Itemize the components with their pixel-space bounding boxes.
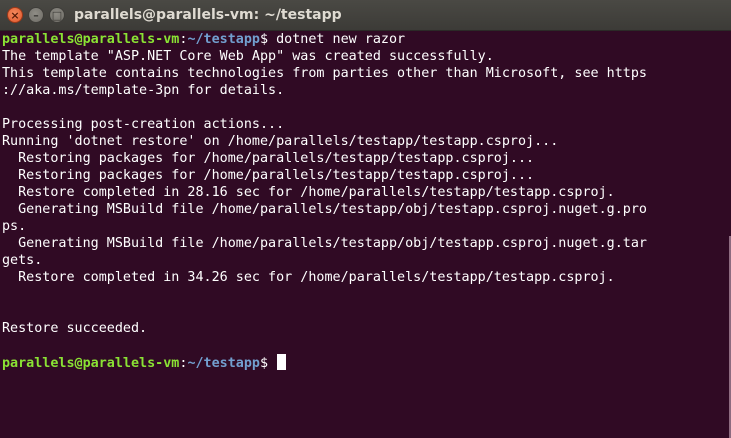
command-line: parallels@parallels-vm:~/testapp$ dotnet… [2,31,729,48]
prompt-user-host: parallels@parallels-vm [2,32,180,47]
close-button[interactable]: × [7,7,23,23]
prompt-symbol: $ [260,32,277,47]
maximize-button[interactable]: □ [49,7,65,23]
output-line: Generating MSBuild file /home/parallels/… [2,202,647,217]
output-line: ps. [2,219,27,234]
terminal-output[interactable]: parallels@parallels-vm:~/testapp$ dotnet… [2,31,729,371]
window-title: parallels@parallels-vm: ~/testapp [74,7,342,23]
output-line: Restoring packages for /home/parallels/t… [2,151,535,166]
minimize-icon: – [33,8,39,22]
prompt-user-host: parallels@parallels-vm [2,356,180,371]
output-line: Restoring packages for /home/parallels/t… [2,168,535,183]
typed-command: dotnet new razor [276,32,406,47]
output-line: gets. [2,253,43,268]
output-line: This template contains technologies from… [2,66,647,81]
output-line: Restore completed in 34.26 sec for /home… [2,270,615,285]
minimize-button[interactable]: – [28,7,44,23]
prompt-path: ~/testapp [187,356,260,371]
output-line: The template "ASP.NET Core Web App" was … [2,49,494,64]
output-line: Processing post-creation actions... [2,117,285,132]
output-line: Running 'dotnet restore' on /home/parall… [2,134,559,149]
maximize-icon: □ [51,8,63,22]
output-line: Restore completed in 28.16 sec for /home… [2,185,615,200]
terminal-window: × – □ parallels@parallels-vm: ~/testapp … [0,0,731,438]
prompt-symbol: $ [260,356,277,371]
text-cursor [277,354,287,370]
output-line: ://aka.ms/template-3pn for details. [2,83,285,98]
title-bar[interactable]: × – □ parallels@parallels-vm: ~/testapp [0,0,731,31]
output-line: Generating MSBuild file /home/parallels/… [2,236,647,251]
prompt-path: ~/testapp [187,32,260,47]
output-line: Restore succeeded. [2,321,148,336]
prompt-line[interactable]: parallels@parallels-vm:~/testapp$ [2,354,729,371]
close-icon: × [10,8,20,22]
